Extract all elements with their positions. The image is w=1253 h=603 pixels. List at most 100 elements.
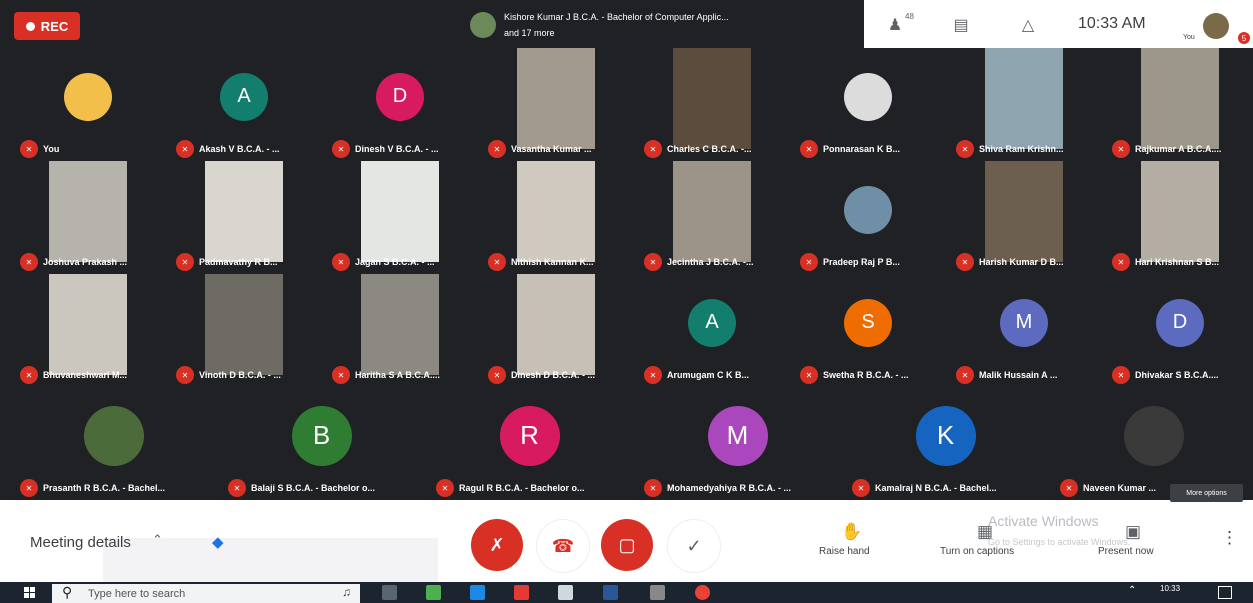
participant-tile[interactable]: ✕ Rajkumar A B.C.A.... bbox=[1102, 48, 1253, 161]
participant-tile[interactable]: ✕ Vasantha Kumar ... bbox=[478, 48, 633, 161]
participant-tile[interactable]: ✕ Bhuvaneshwari M... bbox=[10, 274, 165, 387]
mic-muted-icon: ✕ bbox=[332, 140, 350, 158]
word-icon[interactable] bbox=[603, 585, 618, 600]
mic-muted-icon: ✕ bbox=[436, 479, 454, 497]
participant-tile[interactable]: D ✕ Dhivakar S B.C.A.... bbox=[1102, 274, 1253, 387]
camera-toggle-button[interactable]: ▢ bbox=[601, 519, 653, 571]
taskbar-search[interactable]: ⚲ Type here to search ♫ bbox=[52, 584, 360, 603]
chrome-icon[interactable] bbox=[695, 585, 710, 600]
participant-tile[interactable]: ✕ Ponnarasan K B... bbox=[790, 48, 945, 161]
participant-tile[interactable]: ✕ Shiva Ram Krishn... bbox=[946, 48, 1101, 161]
self-avatar[interactable] bbox=[1203, 13, 1229, 39]
mic-muted-icon: ✕ bbox=[20, 140, 38, 158]
participant-avatar bbox=[844, 72, 892, 121]
meeting-details-button[interactable]: Meeting details bbox=[30, 534, 131, 551]
participant-video bbox=[985, 161, 1063, 262]
check-icon: ✓ bbox=[686, 535, 702, 556]
mic-muted-icon: ✕ bbox=[176, 140, 194, 158]
captions-label[interactable]: Turn on captions bbox=[940, 546, 1014, 557]
task-view-icon[interactable] bbox=[382, 585, 397, 600]
shield-icon[interactable]: ◆ bbox=[212, 533, 228, 551]
leave-call-button[interactable]: ☎ bbox=[536, 519, 590, 573]
participant-tile[interactable]: ✕ Padmavathy R B... bbox=[166, 161, 321, 274]
participant-tile[interactable]: B ✕ Balaji S B.C.A. - Bachelor o... bbox=[218, 387, 424, 500]
mic-muted-icon: ✕ bbox=[956, 366, 974, 384]
participant-name: Akash V B.C.A. - ... bbox=[199, 144, 280, 154]
chat-icon[interactable]: ▤ bbox=[950, 14, 972, 36]
participant-avatar: K bbox=[915, 405, 976, 466]
participant-tile[interactable]: ✕ Harish Kumar D B... bbox=[946, 161, 1101, 274]
participant-name: Malik Hussain A ... bbox=[979, 370, 1058, 380]
mic-muted-icon: ✕ bbox=[488, 366, 506, 384]
mic-muted-icon: ✕ bbox=[488, 140, 506, 158]
app-icon[interactable] bbox=[650, 585, 665, 600]
participant-name-bar: ✕ Nithish Kannan K... bbox=[478, 250, 633, 274]
chevron-up-icon[interactable]: ⌃ bbox=[152, 532, 163, 548]
chevron-up-icon[interactable]: ⌃ bbox=[1128, 585, 1136, 596]
participant-tile[interactable]: ✕ Pradeep Raj P B... bbox=[790, 161, 945, 274]
mic-muted-icon: ✕ bbox=[644, 366, 662, 384]
participant-tile[interactable]: S ✕ Swetha R B.C.A. - ... bbox=[790, 274, 945, 387]
people-icon[interactable]: ♟ bbox=[884, 14, 906, 36]
microphone-icon[interactable]: ♫ bbox=[342, 585, 351, 599]
avatar-initial: K bbox=[936, 420, 955, 450]
participant-tile[interactable]: M ✕ Malik Hussain A ... bbox=[946, 274, 1101, 387]
mic-muted-icon: ✕ bbox=[20, 366, 38, 384]
confirm-button[interactable]: ✓ bbox=[667, 519, 721, 573]
mic-toggle-button[interactable]: ✗ bbox=[471, 519, 523, 571]
action-center-icon[interactable] bbox=[1218, 586, 1232, 599]
edge-icon[interactable] bbox=[470, 585, 485, 600]
mic-muted-icon: ✕ bbox=[1060, 479, 1078, 497]
participant-name-bar: ✕ Akash V B.C.A. - ... bbox=[166, 137, 321, 161]
participant-name-bar: ✕ Charles C B.C.A. -... bbox=[634, 137, 789, 161]
participant-tile[interactable]: ✕ Nithish Kannan K... bbox=[478, 161, 633, 274]
present-label[interactable]: Present now bbox=[1098, 546, 1154, 557]
participant-tile[interactable]: R ✕ Ragul R B.C.A. - Bachelor o... bbox=[426, 387, 632, 500]
mic-muted-icon: ✕ bbox=[1112, 253, 1130, 271]
mic-muted-icon: ✕ bbox=[176, 253, 194, 271]
participant-name: Vasantha Kumar ... bbox=[511, 144, 592, 154]
mic-muted-icon: ✕ bbox=[488, 253, 506, 271]
participant-name-bar: ✕ Vasantha Kumar ... bbox=[478, 137, 633, 161]
participant-tile[interactable]: ✕ Hari Krishnan S B... bbox=[1102, 161, 1253, 274]
participant-name-bar: ✕ Dhivakar S B.C.A.... bbox=[1102, 363, 1253, 387]
participant-tile[interactable]: ✕ You bbox=[10, 48, 165, 161]
participant-name-bar: ✕ Bhuvaneshwari M... bbox=[10, 363, 165, 387]
participant-tile[interactable]: D ✕ Dinesh V B.C.A. - ... bbox=[322, 48, 477, 161]
participant-tile[interactable]: M ✕ Mohamedyahiya R B.C.A. - ... bbox=[634, 387, 840, 500]
taskbar-search-placeholder: Type here to search bbox=[88, 588, 186, 600]
participant-name: Charles C B.C.A. -... bbox=[667, 144, 752, 154]
mic-muted-icon: ✕ bbox=[800, 140, 818, 158]
participant-video bbox=[361, 274, 439, 375]
participant-name: You bbox=[43, 144, 60, 154]
raise-hand-label[interactable]: Raise hand bbox=[819, 546, 870, 557]
participant-avatar: S bbox=[844, 298, 892, 347]
windows-start-icon[interactable] bbox=[24, 587, 36, 599]
participant-tile[interactable]: ✕ Haritha S A B.C.A.... bbox=[322, 274, 477, 387]
store-icon[interactable] bbox=[558, 585, 573, 600]
presenter-strip[interactable]: Kishore Kumar J B.C.A. - Bachelor of Com… bbox=[464, 6, 864, 44]
more-options-icon[interactable]: ⋮ bbox=[1221, 528, 1238, 548]
participant-tile[interactable]: A ✕ Akash V B.C.A. - ... bbox=[166, 48, 321, 161]
activities-icon[interactable]: △ bbox=[1017, 14, 1039, 36]
participant-tile[interactable]: ✕ Vinoth D B.C.A. - ... bbox=[166, 274, 321, 387]
participant-tile[interactable]: ✕ Jecintha J B.C.A. -... bbox=[634, 161, 789, 274]
participant-tile[interactable]: ✕ Prasanth R B.C.A. - Bachel... bbox=[10, 387, 216, 500]
mic-muted-icon: ✕ bbox=[956, 140, 974, 158]
mic-off-icon: ✗ bbox=[489, 534, 505, 555]
participant-tile[interactable]: K ✕ Kamalraj N B.C.A. - Bachel... bbox=[842, 387, 1048, 500]
opera-icon[interactable] bbox=[514, 585, 529, 600]
participant-tile[interactable]: ✕ Joshuva Prakash ... bbox=[10, 161, 165, 274]
participant-name: Padmavathy R B... bbox=[199, 257, 278, 267]
participant-tile[interactable]: ✕ Dinesh D B.C.A. - ... bbox=[478, 274, 633, 387]
participant-tile[interactable]: A ✕ Arumugam C K B... bbox=[634, 274, 789, 387]
participant-tile[interactable]: ✕ Charles C B.C.A. -... bbox=[634, 48, 789, 161]
avatar-initial: M bbox=[726, 420, 749, 450]
raise-hand-icon[interactable]: ✋ bbox=[841, 522, 862, 542]
app-icon[interactable] bbox=[426, 585, 441, 600]
avatar-initial: R bbox=[520, 420, 539, 450]
windows-taskbar: ⚲ Type here to search ♫ ⌃ 10:33 bbox=[0, 582, 1253, 603]
participant-tile[interactable]: ✕ Jagan S B.C.A. - ... bbox=[322, 161, 477, 274]
participant-name-bar: ✕ Prasanth R B.C.A. - Bachel... bbox=[10, 476, 216, 500]
mic-muted-icon: ✕ bbox=[852, 479, 870, 497]
